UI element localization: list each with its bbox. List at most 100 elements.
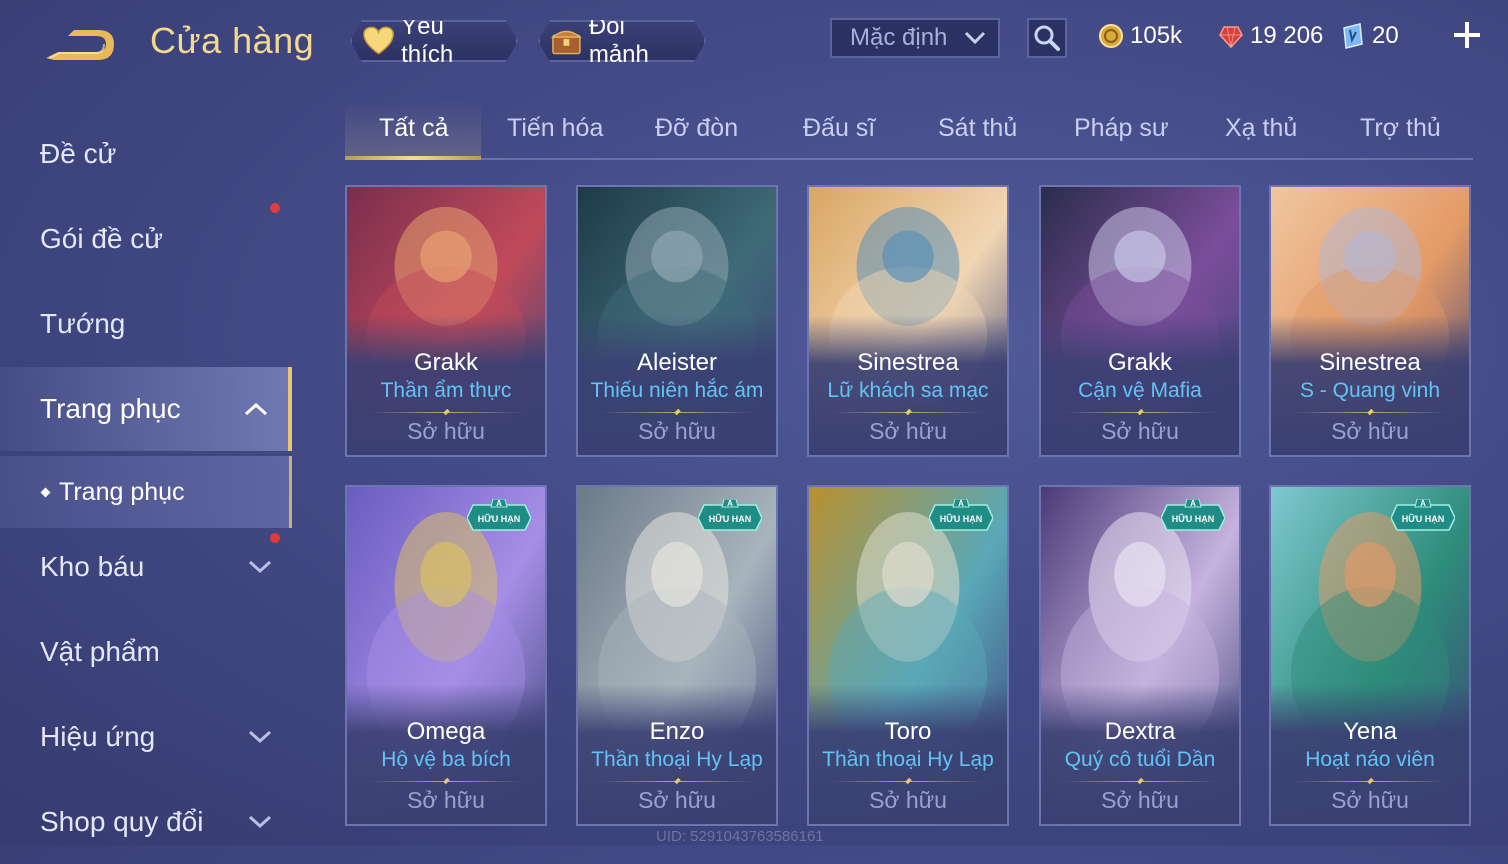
card-divider <box>1293 412 1447 413</box>
limited-badge-icon: A HỮU HẠN <box>697 498 763 531</box>
hero-name: Yena <box>1343 718 1397 745</box>
limited-badge-icon: A HỮU HẠN <box>1390 498 1456 531</box>
sidebar-item-heroes[interactable]: Tướng <box>0 282 292 366</box>
tab-support[interactable]: Trợ thủ <box>1360 114 1441 143</box>
card-divider <box>369 781 523 782</box>
card-divider <box>600 781 754 782</box>
ruby-gem-icon <box>1219 26 1243 49</box>
badge-label: HỮU HẠN <box>709 514 751 524</box>
tab-tank[interactable]: Đỡ đòn <box>655 114 738 143</box>
badge-label: HỮU HẠN <box>940 514 982 524</box>
voucher-icon <box>1343 23 1363 49</box>
sidebar-item-exchange-shop[interactable]: Shop quy đổi <box>0 780 292 864</box>
owned-status: Sở hữu <box>1331 418 1409 444</box>
sidebar-item-bundles[interactable]: Gói đề cử <box>0 197 292 281</box>
skin-card[interactable]: Yena Hoạt náo viên Sở hữu A HỮU HẠN <box>1269 485 1471 826</box>
sidebar-item-label: Vật phẩm <box>40 636 160 667</box>
badge-rank: A <box>1190 499 1196 508</box>
skin-card[interactable]: Sinestrea S - Quang vinh Sở hữu <box>1269 185 1471 457</box>
sidebar-item-effects[interactable]: Hiệu ứng <box>0 695 292 779</box>
skin-card[interactable]: Sinestrea Lữ khách sa mạc Sở hữu <box>807 185 1009 457</box>
owned-status: Sở hữu <box>638 787 716 813</box>
sidebar-item-label: Hiệu ứng <box>40 721 156 752</box>
limited-badge-icon: A HỮU HẠN <box>928 498 994 531</box>
fragments-exchange-button[interactable]: Đổi mảnh <box>538 20 706 62</box>
owned-status: Sở hữu <box>407 787 485 813</box>
chevron-down-icon <box>248 560 272 574</box>
chevron-down-icon <box>964 31 986 45</box>
sidebar-item-recommended[interactable]: Đề cử <box>0 112 292 196</box>
gold-value: 105k <box>1130 22 1183 49</box>
skin-card[interactable]: Dextra Quý cô tuổi Dần Sở hữu A HỮU HẠN <box>1039 485 1241 826</box>
hero-name: Enzo <box>649 718 705 745</box>
sidebar: Đề cử Gói đề cử Tướng Trang phục Trang p… <box>0 100 292 845</box>
sidebar-item-label: Đề cử <box>40 138 117 169</box>
badge-label: HỮU HẠN <box>1172 514 1214 524</box>
sidebar-subitem-label: Trang phục <box>59 477 185 506</box>
badge-label: HỮU HẠN <box>1402 514 1444 524</box>
tab-mage[interactable]: Pháp sư <box>1074 114 1169 143</box>
skin-name: Hộ vệ ba bích <box>381 748 511 771</box>
ruby-value: 19 206 <box>1250 22 1324 49</box>
tab-assassin[interactable]: Sát thủ <box>938 114 1017 143</box>
skin-card[interactable]: Grakk Thần ẩm thực Sở hữu <box>345 185 547 457</box>
heart-icon <box>362 26 395 56</box>
badge-rank: A <box>496 499 502 508</box>
tab-marksman[interactable]: Xạ thủ <box>1225 114 1297 143</box>
chevron-down-icon <box>248 815 272 829</box>
hero-name: Omega <box>406 718 486 745</box>
back-button[interactable] <box>40 22 120 66</box>
hero-name: Aleister <box>636 349 718 376</box>
owned-status: Sở hữu <box>869 787 947 813</box>
card-divider <box>369 412 523 413</box>
chevron-up-icon <box>244 402 268 416</box>
limited-badge-icon: A HỮU HẠN <box>1160 498 1226 531</box>
sidebar-subitem-skins[interactable]: Trang phục <box>0 456 292 528</box>
sidebar-item-items[interactable]: Vật phẩm <box>0 610 292 694</box>
card-divider <box>1063 781 1217 782</box>
badge-rank: A <box>727 499 733 508</box>
skin-name: Thần thoại Hy Lạp <box>591 748 763 771</box>
sidebar-item-label: Shop quy đổi <box>40 806 204 837</box>
skin-card[interactable]: Enzo Thần thoại Hy Lạp Sở hữu A HỮU HẠN <box>576 485 778 826</box>
skin-name: Thần ẩm thực <box>380 379 512 402</box>
back-arrow-icon <box>46 30 114 60</box>
card-divider <box>1063 412 1217 413</box>
owned-status: Sở hữu <box>1101 787 1179 813</box>
skin-card[interactable]: Omega Hộ vệ ba bích Sở hữu A HỮU HẠN <box>345 485 547 826</box>
page-title: Cửa hàng <box>150 20 315 61</box>
skin-name: Hoạt náo viên <box>1305 748 1435 771</box>
search-button[interactable] <box>1027 18 1067 58</box>
skin-card[interactable]: Toro Thần thoại Hy Lạp Sở hữu A HỮU HẠN <box>807 485 1009 826</box>
skin-name: Cận vệ Mafia <box>1078 379 1202 402</box>
sidebar-item-treasure[interactable]: Kho báu <box>0 525 292 609</box>
sidebar-item-skins[interactable]: Trang phục <box>0 367 292 451</box>
limited-badge: A HỮU HẠN <box>697 498 763 531</box>
top-up-plus-button[interactable] <box>1452 20 1482 50</box>
skin-name: Quý cô tuổi Dần <box>1064 748 1216 771</box>
notification-dot <box>270 533 280 543</box>
sidebar-item-label: Tướng <box>40 308 126 339</box>
favorites-button[interactable]: Yêu thích <box>350 20 518 62</box>
skin-name: Lữ khách sa mạc <box>827 379 989 402</box>
sidebar-item-label: Kho báu <box>40 551 145 582</box>
user-id: UID: 5291043763586161 <box>656 828 824 845</box>
bullet-diamond-icon <box>40 487 51 497</box>
skin-name: S - Quang vinh <box>1299 379 1441 402</box>
skin-name: Thần thoại Hy Lạp <box>822 748 994 771</box>
badge-rank: A <box>1420 499 1426 508</box>
skin-card[interactable]: Aleister Thiếu niên hắc ám Sở hữu <box>576 185 778 457</box>
skin-card[interactable]: Grakk Cận vệ Mafia Sở hữu <box>1039 185 1241 457</box>
tab-evolution[interactable]: Tiến hóa <box>507 114 603 143</box>
voucher-balance: 20 <box>1340 18 1399 54</box>
owned-status: Sở hữu <box>869 418 947 444</box>
sort-dropdown[interactable]: Mặc định <box>830 18 1000 58</box>
ruby-balance: 19 206 <box>1218 18 1323 54</box>
hero-name: Dextra <box>1104 718 1176 745</box>
active-tab-underline <box>345 156 481 160</box>
tab-fighter[interactable]: Đấu sĩ <box>803 114 875 143</box>
tab-all[interactable]: Tất cả <box>379 114 448 143</box>
chest-icon <box>550 25 583 57</box>
card-divider <box>600 412 754 413</box>
skin-name: Thiếu niên hắc ám <box>590 379 764 402</box>
